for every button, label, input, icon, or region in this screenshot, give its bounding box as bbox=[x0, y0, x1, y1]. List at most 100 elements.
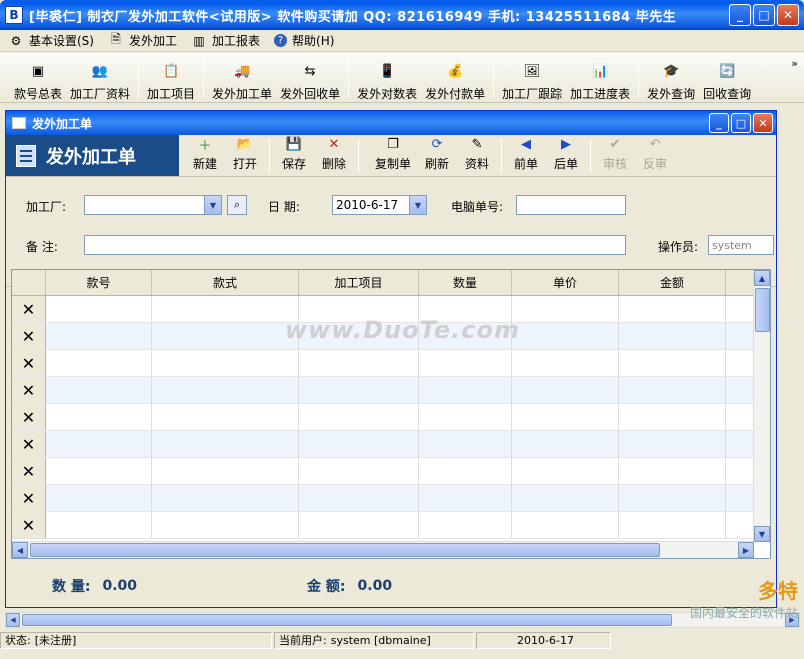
table-cell[interactable] bbox=[512, 458, 619, 484]
scroll-thumb[interactable] bbox=[30, 543, 660, 557]
scroll-left-icon[interactable]: ◀ bbox=[12, 542, 28, 558]
open-button[interactable]: 📂 打开 bbox=[225, 135, 265, 176]
menu-outsource[interactable]: 🗎 发外加工 bbox=[108, 32, 177, 49]
delete-row-icon[interactable]: ✕ bbox=[12, 377, 46, 403]
table-cell[interactable] bbox=[512, 377, 619, 403]
table-cell[interactable] bbox=[726, 431, 756, 457]
table-cell[interactable] bbox=[46, 296, 152, 322]
table-cell[interactable] bbox=[512, 350, 619, 376]
delete-row-icon[interactable]: ✕ bbox=[12, 323, 46, 349]
table-cell[interactable] bbox=[726, 404, 756, 430]
table-cell[interactable] bbox=[299, 350, 419, 376]
table-cell[interactable] bbox=[512, 404, 619, 430]
scroll-thumb[interactable] bbox=[755, 288, 770, 332]
table-row[interactable]: ✕ bbox=[12, 350, 770, 377]
table-row[interactable]: ✕ bbox=[12, 404, 770, 431]
table-cell[interactable] bbox=[512, 512, 619, 538]
delete-button[interactable]: ✕ 删除 bbox=[314, 135, 354, 176]
table-row[interactable]: ✕ bbox=[12, 458, 770, 485]
column-header[interactable]: 金额 bbox=[619, 270, 726, 295]
table-row[interactable]: ✕ bbox=[12, 431, 770, 458]
table-cell[interactable] bbox=[152, 485, 299, 511]
table-cell[interactable] bbox=[419, 377, 512, 403]
table-row[interactable]: ✕ bbox=[12, 377, 770, 404]
scroll-left-icon[interactable]: ◀ bbox=[6, 613, 20, 627]
approve-button[interactable]: ✔ 审核 bbox=[595, 135, 635, 176]
delete-row-icon[interactable]: ✕ bbox=[12, 296, 46, 322]
child-maximize-button[interactable]: □ bbox=[731, 113, 751, 133]
delete-row-icon[interactable]: ✕ bbox=[12, 404, 46, 430]
maximize-button[interactable]: □ bbox=[753, 4, 775, 26]
table-cell[interactable] bbox=[512, 485, 619, 511]
toolbar-outsource-query[interactable]: 🎓 发外查询 bbox=[643, 56, 699, 102]
table-cell[interactable] bbox=[46, 323, 152, 349]
table-cell[interactable] bbox=[619, 404, 726, 430]
delete-row-icon[interactable]: ✕ bbox=[12, 431, 46, 457]
toolbar-outsource-return[interactable]: ⇆ 发外回收单 bbox=[276, 56, 344, 102]
table-cell[interactable] bbox=[619, 512, 726, 538]
table-cell[interactable] bbox=[619, 323, 726, 349]
child-minimize-button[interactable]: _ bbox=[709, 113, 729, 133]
table-cell[interactable] bbox=[419, 350, 512, 376]
order-items-grid[interactable]: 款号 款式 加工项目 数量 单价 金额 ✕ ✕ ✕ ✕ ✕ ✕ ✕ ✕ ✕ ▲ ▼ ◀ ▶ bbox=[11, 269, 771, 559]
table-cell[interactable] bbox=[512, 296, 619, 322]
table-cell[interactable] bbox=[419, 431, 512, 457]
unapprove-button[interactable]: ↶ 反审 bbox=[635, 135, 675, 176]
column-header[interactable]: 单价 bbox=[512, 270, 619, 295]
info-button[interactable]: ✎ 资料 bbox=[457, 135, 497, 176]
table-cell[interactable] bbox=[726, 296, 756, 322]
table-cell[interactable] bbox=[299, 377, 419, 403]
table-cell[interactable] bbox=[152, 296, 299, 322]
table-cell[interactable] bbox=[726, 377, 756, 403]
factory-select[interactable]: ▼ bbox=[84, 195, 222, 215]
next-order-button[interactable]: ▶ 后单 bbox=[546, 135, 586, 176]
table-cell[interactable] bbox=[619, 458, 726, 484]
table-cell[interactable] bbox=[152, 431, 299, 457]
factory-lookup-button[interactable]: ⌕ bbox=[227, 195, 247, 215]
menu-reports[interactable]: ▥ 加工报表 bbox=[191, 32, 260, 49]
toolbar-return-query[interactable]: 🔄 回收查询 bbox=[699, 56, 755, 102]
table-cell[interactable] bbox=[726, 512, 756, 538]
copy-order-button[interactable]: ❐ 复制单 bbox=[369, 135, 417, 176]
minimize-button[interactable]: _ bbox=[729, 4, 751, 26]
table-cell[interactable] bbox=[419, 512, 512, 538]
table-cell[interactable] bbox=[419, 404, 512, 430]
remark-field[interactable] bbox=[84, 235, 626, 255]
menu-help[interactable]: ? 帮助(H) bbox=[274, 32, 334, 49]
save-button[interactable]: 💾 保存 bbox=[274, 135, 314, 176]
table-cell[interactable] bbox=[46, 485, 152, 511]
column-header[interactable]: 款号 bbox=[46, 270, 152, 295]
grid-horizontal-scrollbar[interactable]: ◀ ▶ bbox=[12, 541, 754, 558]
delete-row-icon[interactable]: ✕ bbox=[12, 485, 46, 511]
table-cell[interactable] bbox=[299, 458, 419, 484]
delete-row-icon[interactable]: ✕ bbox=[12, 512, 46, 538]
table-cell[interactable] bbox=[726, 323, 756, 349]
column-header[interactable]: 加工项目 bbox=[299, 270, 419, 295]
prev-order-button[interactable]: ◀ 前单 bbox=[506, 135, 546, 176]
table-cell[interactable] bbox=[512, 323, 619, 349]
table-row[interactable]: ✕ bbox=[12, 485, 770, 512]
toolbar-style-list[interactable]: ▣ 款号总表 bbox=[10, 56, 66, 102]
table-cell[interactable] bbox=[299, 404, 419, 430]
table-cell[interactable] bbox=[46, 350, 152, 376]
toolbar-outsource-order[interactable]: 🚚 发外加工单 bbox=[208, 56, 276, 102]
table-cell[interactable] bbox=[619, 296, 726, 322]
table-cell[interactable] bbox=[619, 377, 726, 403]
scroll-right-icon[interactable]: ▶ bbox=[738, 542, 754, 558]
table-cell[interactable] bbox=[46, 458, 152, 484]
toolbar-progress[interactable]: 📊 加工进度表 bbox=[566, 56, 634, 102]
toolbar-overflow-icon[interactable]: » bbox=[791, 57, 798, 70]
menu-basic-settings[interactable]: ⚙ 基本设置(S) bbox=[8, 32, 94, 49]
table-cell[interactable] bbox=[299, 512, 419, 538]
table-cell[interactable] bbox=[46, 431, 152, 457]
new-button[interactable]: ＋ 新建 bbox=[185, 135, 225, 176]
table-cell[interactable] bbox=[619, 350, 726, 376]
toolbar-reconcile[interactable]: 📱 发外对数表 bbox=[353, 56, 421, 102]
table-cell[interactable] bbox=[419, 458, 512, 484]
scroll-thumb[interactable] bbox=[22, 614, 672, 626]
refresh-button[interactable]: ⟳ 刷新 bbox=[417, 135, 457, 176]
table-cell[interactable] bbox=[726, 350, 756, 376]
child-close-button[interactable]: ✕ bbox=[753, 113, 773, 133]
scroll-up-icon[interactable]: ▲ bbox=[754, 270, 770, 286]
table-cell[interactable] bbox=[46, 404, 152, 430]
